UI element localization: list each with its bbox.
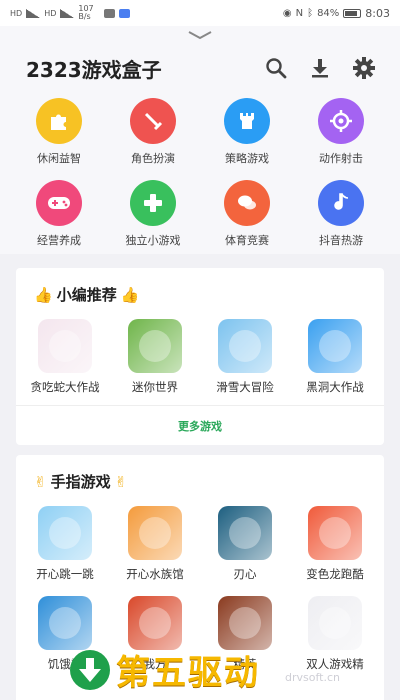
game-thumbnail[interactable] <box>38 596 92 650</box>
editor-picks-section: 👍 小编推荐 👍 贪吃蛇大作战 迷你世界 滑雪大冒险 黑洞大作战 更多游戏 <box>16 268 384 445</box>
more-games-button[interactable]: 更多游戏 <box>16 405 384 445</box>
game-name: 刃心 <box>233 567 257 581</box>
game-name: 开心水族馆 <box>126 567 184 581</box>
app-notification-icon <box>104 8 116 18</box>
game-thumbnail[interactable] <box>128 319 182 373</box>
puzzle-icon[interactable] <box>36 98 82 144</box>
status-left: HD HD 107 B/s <box>10 4 131 21</box>
category-item[interactable]: 角色扮演 <box>106 98 200 166</box>
category-label: 经营养成 <box>37 234 81 247</box>
section-title-text: 小编推荐 <box>56 286 117 304</box>
app-header: 2323游戏盒子 <box>0 44 400 92</box>
gamepad-icon[interactable] <box>36 180 82 226</box>
chevron-down-icon[interactable] <box>187 30 213 40</box>
game-list: 贪吃蛇大作战 迷你世界 滑雪大冒险 黑洞大作战 <box>16 313 384 405</box>
game-item[interactable]: 开心跳一跳 <box>20 506 110 582</box>
game-name: 迷你世界 <box>132 380 178 394</box>
watermark-text: 第五驱动 <box>116 653 260 693</box>
category-label: 策略游戏 <box>225 152 269 165</box>
sword-icon[interactable] <box>130 98 176 144</box>
dpad-icon[interactable] <box>130 180 176 226</box>
gear-icon[interactable] <box>350 54 378 82</box>
music-icon[interactable] <box>318 180 364 226</box>
download-arrow-icon <box>70 649 110 690</box>
category-label: 抖音热游 <box>319 234 363 247</box>
game-thumbnail[interactable] <box>218 319 272 373</box>
thumbs-up-icon: 👍 <box>120 285 140 304</box>
game-thumbnail[interactable] <box>128 596 182 650</box>
section-title-text: 手指游戏 <box>50 473 111 491</box>
game-item[interactable]: 迷你世界 <box>110 319 200 395</box>
category-item[interactable]: 策略游戏 <box>200 98 294 166</box>
category-label: 休闲益智 <box>37 152 81 165</box>
game-item[interactable]: 开心水族馆 <box>110 506 200 582</box>
victory-hand-icon: ✌ <box>34 472 47 491</box>
category-grid: 休闲益智 角色扮演 策略游戏 动作射击经营养成 独立小游戏 体育竞赛 抖音热游 <box>0 92 400 254</box>
victory-hand-icon: ✌ <box>114 472 128 491</box>
game-name: 变色龙跑酷 <box>306 567 364 581</box>
category-label: 动作射击 <box>319 152 363 165</box>
section-title: 👍 小编推荐 👍 <box>16 268 384 313</box>
watermark-url: drvsoft.cn <box>285 671 340 684</box>
clock: 8:03 <box>365 6 390 20</box>
signal-icon-2 <box>60 8 75 18</box>
nfc-icon: N <box>295 7 304 19</box>
thumbs-up-icon: 👍 <box>34 285 53 304</box>
category-label: 体育竞赛 <box>225 234 269 247</box>
game-thumbnail[interactable] <box>38 506 92 560</box>
watermark: 第五驱动 drvsoft.cn <box>70 645 340 694</box>
game-thumbnail[interactable] <box>308 596 362 650</box>
category-item[interactable]: 经营养成 <box>12 180 106 248</box>
app-notification-icon-2 <box>119 8 131 18</box>
game-thumbnail[interactable] <box>218 506 272 560</box>
search-icon[interactable] <box>262 54 290 82</box>
game-item[interactable]: 滑雪大冒险 <box>200 319 290 395</box>
eye-icon: ◉ <box>282 7 292 19</box>
game-name: 黑洞大作战 <box>306 380 364 394</box>
category-label: 独立小游戏 <box>125 234 181 247</box>
game-thumbnail[interactable] <box>128 506 182 560</box>
network-speed: 107 B/s <box>78 4 94 21</box>
collapse-handle[interactable] <box>0 26 400 44</box>
category-item[interactable]: 独立小游戏 <box>106 180 200 248</box>
game-item[interactable]: 变色龙跑酷 <box>290 506 380 582</box>
game-thumbnail[interactable] <box>308 506 362 560</box>
hd-label: HD <box>10 8 23 18</box>
game-thumbnail[interactable] <box>308 319 362 373</box>
game-name: 双人游戏精 <box>306 657 364 671</box>
download-icon[interactable] <box>306 54 334 82</box>
game-name: 滑雪大冒险 <box>216 380 274 394</box>
section-title: ✌ 手指游戏 ✌ <box>16 455 384 500</box>
battery-percent: 84% <box>317 7 340 19</box>
chat-icon[interactable] <box>224 180 270 226</box>
bluetooth-icon: ᛒ <box>307 7 314 19</box>
game-item[interactable]: 贪吃蛇大作战 <box>20 319 110 395</box>
crosshair-icon[interactable] <box>318 98 364 144</box>
category-item[interactable]: 抖音热游 <box>294 180 388 248</box>
category-label: 角色扮演 <box>131 152 175 165</box>
game-thumbnail[interactable] <box>218 596 272 650</box>
game-thumbnail[interactable] <box>38 319 92 373</box>
game-item[interactable]: 刃心 <box>200 506 290 582</box>
app-title: 2323游戏盒子 <box>26 57 162 82</box>
game-name: 贪吃蛇大作战 <box>30 380 100 394</box>
castle-icon[interactable] <box>224 98 270 144</box>
game-item[interactable]: 黑洞大作战 <box>290 319 380 395</box>
hd-label-2: HD <box>44 8 57 18</box>
game-item[interactable]: 双人游戏精 <box>290 596 380 672</box>
battery-icon <box>343 8 362 18</box>
status-bar: HD HD 107 B/s ◉ N ᛒ 84% 8:03 <box>0 0 400 26</box>
category-item[interactable]: 体育竞赛 <box>200 180 294 248</box>
status-right: ◉ N ᛒ 84% 8:03 <box>283 7 390 20</box>
signal-icon <box>26 8 41 18</box>
category-item[interactable]: 动作射击 <box>294 98 388 166</box>
category-item[interactable]: 休闲益智 <box>12 98 106 166</box>
game-name: 开心跳一跳 <box>36 567 94 581</box>
